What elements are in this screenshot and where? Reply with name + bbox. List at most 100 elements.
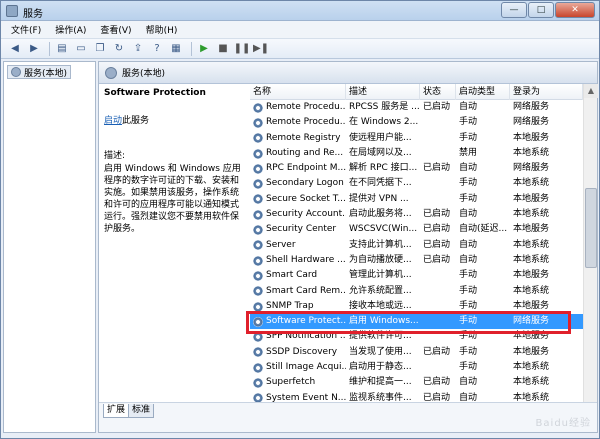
column-header-status[interactable]: 状态 (420, 84, 456, 100)
table-row[interactable]: Remote Procedu... 在 Windows 2... 手动 网络服务 (250, 115, 583, 130)
service-name-text: Smart Card (266, 270, 318, 281)
service-gear-icon (253, 332, 263, 343)
column-header-description[interactable]: 描述 (346, 84, 420, 100)
service-gear-icon (253, 286, 263, 297)
service-gear-icon (253, 225, 263, 236)
stop-service-icon[interactable]: ■ (215, 41, 231, 57)
show-tree-icon[interactable]: ▤ (54, 41, 70, 57)
cell-log-on-as: 本地系统 (513, 147, 550, 158)
copy-icon[interactable]: ❐ (92, 41, 108, 57)
service-gear-icon (253, 133, 263, 144)
cell-log-on-as: 本地服务 (513, 331, 550, 342)
table-row[interactable]: Still Image Acqui... 启动用于静态... 手动 本地系统 (250, 360, 583, 375)
cell-startup-type: 禁用 (459, 147, 478, 158)
cell-log-on-as: 本地系统 (513, 254, 550, 265)
cell-status (420, 299, 456, 314)
back-arrow-icon[interactable]: ◀ (7, 41, 23, 57)
cell-status (420, 314, 456, 329)
column-header-log-on-as[interactable]: 登录为 (510, 84, 583, 100)
table-row[interactable]: Security Center WSCSVC(Win... 已启动 自动(延迟... 本… (250, 222, 583, 237)
table-row[interactable]: SNMP Trap 接收本地或远... 手动 本地服务 (250, 299, 583, 314)
service-gear-icon (253, 377, 263, 388)
service-gear-icon (253, 347, 263, 358)
cell-log-on-as: 本地服务 (513, 346, 550, 357)
forward-arrow-icon[interactable]: ▶ (26, 41, 42, 57)
table-row[interactable]: Shell Hardware ... 为自动播放硬... 已启动 自动 本地系统 (250, 253, 583, 268)
table-row[interactable]: SSDP Discovery 当发现了使用... 已启动 手动 本地服务 (250, 345, 583, 360)
cell-name: Secure Socket T... (250, 192, 346, 207)
cell-description: 提供软件许可... (349, 331, 412, 342)
cell-name: Still Image Acqui... (250, 360, 346, 375)
cell-description: 允许系统配置... (349, 285, 412, 296)
cell-log-on-as: 本地系统 (513, 209, 550, 220)
vertical-scrollbar[interactable]: ▲ (583, 84, 598, 402)
cell-status (420, 146, 456, 161)
start-service-icon[interactable]: ▶ (196, 41, 212, 57)
cell-description: 维护和提高一... (349, 377, 412, 388)
start-service-link[interactable]: 启动 (104, 116, 122, 126)
help-icon[interactable]: ? (149, 41, 165, 57)
tab-standard[interactable]: 标准 (128, 404, 155, 418)
table-row[interactable]: Secondary Logon 在不同凭据下... 手动 本地系统 (250, 176, 583, 191)
service-name-text: Secondary Logon (266, 178, 344, 189)
cell-description: 在局域网以及... (349, 147, 412, 158)
service-gear-icon (253, 163, 263, 174)
scroll-up-icon[interactable]: ▲ (584, 84, 598, 98)
pause-service-icon[interactable]: ❚❚ (234, 41, 251, 57)
table-row[interactable]: Secure Socket T... 提供对 VPN ... 手动 本地服务 (250, 192, 583, 207)
cell-description: 启动用于静态... (349, 362, 412, 373)
cell-startup-type: 自动 (459, 209, 478, 220)
menu-file[interactable]: 文件(F) (11, 23, 41, 36)
table-row[interactable]: System Event N... 监视系统事件... 已启动 自动 本地系统 (250, 391, 583, 402)
cell-startup-type: 自动 (459, 163, 478, 174)
table-row[interactable]: SPP Notification ... 提供软件许可... 手动 本地服务 (250, 329, 583, 344)
refresh-icon[interactable]: ↻ (111, 41, 127, 57)
restart-service-icon[interactable]: ▶❚ (253, 41, 269, 57)
tree-item-services-local[interactable]: 服务(本地) (7, 65, 72, 79)
menu-view[interactable]: 查看(V) (100, 23, 131, 36)
service-name-text: Remote Registry (266, 132, 341, 143)
minimize-button[interactable]: — (501, 2, 527, 18)
description-label: 描述: (104, 151, 126, 161)
cell-status: 已启动 (423, 102, 451, 112)
cell-startup-type: 手动 (459, 331, 478, 342)
close-button[interactable]: ✕ (555, 2, 595, 18)
table-row[interactable]: Remote Procedu... RPCSS 服务是 ... 已启动 自动 网络服务 (250, 100, 583, 115)
service-detail-panel: Software Protection 启动此服务 描述: 启用 Windows… (99, 84, 249, 402)
table-row[interactable]: RPC Endpoint M... 解析 RPC 接口... 已启动 自动 网络服务 (250, 161, 583, 176)
cell-status: 已启动 (423, 254, 451, 265)
table-row[interactable]: Superfetch 维护和提高一... 已启动 自动 本地系统 (250, 375, 583, 390)
cell-log-on-as: 本地服务 (513, 270, 550, 281)
cell-name: Remote Registry (250, 131, 346, 146)
table-row[interactable]: Smart Card Rem... 允许系统配置... 手动 本地系统 (250, 284, 583, 299)
cell-status: 已启动 (423, 239, 451, 250)
service-name-text: SPP Notification ... (266, 331, 346, 342)
cell-startup-type: 自动 (459, 377, 478, 388)
column-header-name[interactable]: 名称 (250, 84, 346, 100)
table-row[interactable]: Security Account... 启动此服务将... 已启动 自动 本地系统 (250, 207, 583, 222)
cell-description: 解析 RPC 接口... (349, 163, 418, 174)
table-row[interactable]: Server 支持此计算机... 已启动 自动 本地系统 (250, 238, 583, 253)
cell-startup-type: 手动 (459, 362, 478, 373)
cell-status (420, 192, 456, 207)
service-gear-icon (253, 148, 263, 159)
console-icon[interactable]: ▭ (73, 41, 89, 57)
service-name-text: Server (266, 239, 296, 250)
service-gear-icon (253, 316, 263, 327)
properties-icon[interactable]: ▦ (168, 41, 184, 57)
scrollbar-thumb[interactable] (585, 188, 597, 268)
table-row[interactable]: Smart Card 管理此计算机... 手动 本地服务 (250, 268, 583, 283)
maximize-button[interactable]: □ (528, 2, 554, 18)
table-row[interactable]: Software Protect... 启用 Windows... 手动 网络服务 (250, 314, 583, 330)
service-gear-icon (253, 362, 263, 373)
menu-help[interactable]: 帮助(H) (146, 23, 178, 36)
column-header-startup-type[interactable]: 启动类型 (456, 84, 510, 100)
table-row[interactable]: Remote Registry 使远程用户能... 手动 本地服务 (250, 131, 583, 146)
tab-extended[interactable]: 扩展 (103, 404, 130, 418)
export-icon[interactable]: ⇪ (130, 41, 146, 57)
service-name-text: Shell Hardware ... (266, 254, 346, 265)
menu-action[interactable]: 操作(A) (55, 23, 86, 36)
cell-log-on-as: 本地系统 (513, 285, 550, 296)
table-row[interactable]: Routing and Re... 在局域网以及... 禁用 本地系统 (250, 146, 583, 161)
cell-startup-type: 手动 (459, 193, 478, 204)
